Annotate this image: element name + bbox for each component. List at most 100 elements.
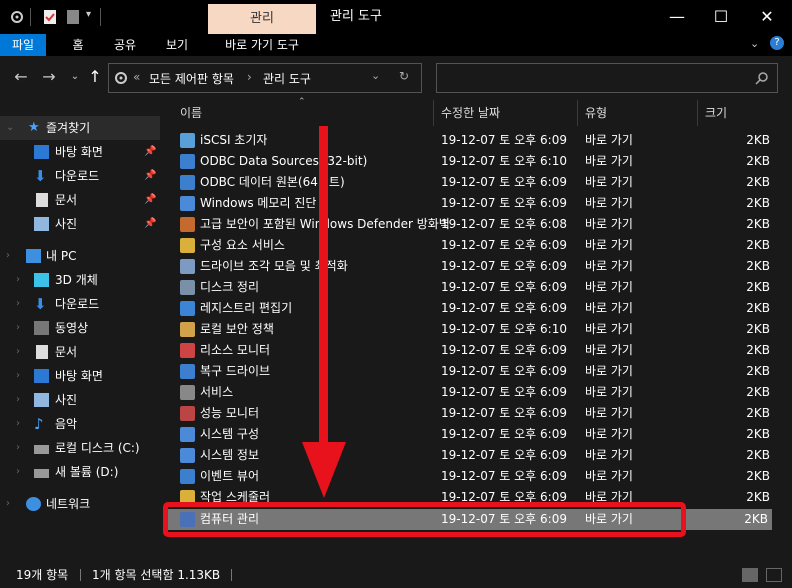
new-folder-icon[interactable] (66, 9, 80, 25)
nav-item-new-volume-d[interactable]: › 새 볼륨 (D:) (0, 460, 160, 484)
table-row[interactable]: 이벤트 뷰어 19-12-07 토 오후 6:09 바로 가기 2KB (174, 466, 774, 487)
file-name: 서비스 (200, 385, 234, 399)
column-header-name[interactable]: 이름 (180, 100, 202, 126)
search-box[interactable] (436, 63, 778, 93)
minimize-button[interactable]: — (654, 0, 700, 34)
file-type: 바로 가기 (585, 301, 633, 315)
column-header-type[interactable]: 유형 (585, 100, 607, 126)
nav-network[interactable]: › 네트워크 (0, 492, 160, 516)
context-tab-manage[interactable]: 관리 (208, 4, 316, 34)
nav-item-downloads[interactable]: › ⬇ 다운로드 (0, 292, 160, 316)
annotation-arrow-head (302, 442, 346, 498)
address-bar[interactable]: « 모든 제어판 항목 › 관리 도구 ⌄ ↻ (108, 63, 422, 93)
nav-item-desktop[interactable]: › 바탕 화면 (0, 364, 160, 388)
tab-share[interactable]: 공유 (104, 34, 146, 56)
table-row[interactable]: 고급 보안이 포함된 Windows Defender 방화벽19-12-07 … (174, 214, 774, 235)
nav-item-local-disk-c[interactable]: › 로컬 디스크 (C:) (0, 436, 160, 460)
table-row[interactable]: 리소스 모니터 19-12-07 토 오후 6:09 바로 가기 2KB (174, 340, 774, 361)
breadcrumb-admin-tools[interactable]: 관리 도구 (263, 70, 311, 87)
nav-item-downloads-pinned[interactable]: ⬇ 다운로드 📌 (0, 164, 160, 188)
expand-chevron-icon[interactable]: ⌄ (6, 116, 14, 140)
expand-chevron-icon[interactable]: › (16, 316, 20, 340)
file-size: 2KB (746, 238, 770, 252)
table-row[interactable]: iSCSI 초기자 19-12-07 토 오후 6:09 바로 가기 2KB (174, 130, 774, 151)
nav-item-videos[interactable]: › 동영상 (0, 316, 160, 340)
nav-item-music[interactable]: › ♪ 음악 (0, 412, 160, 436)
nav-item-desktop-pinned[interactable]: 바탕 화면 📌 (0, 140, 160, 164)
expand-chevron-icon[interactable]: › (16, 460, 20, 484)
back-button[interactable]: ← (10, 62, 32, 92)
table-row[interactable]: 시스템 정보 19-12-07 토 오후 6:09 바로 가기 2KB (174, 445, 774, 466)
nav-item-pictures[interactable]: › 사진 (0, 388, 160, 412)
table-row[interactable]: 성능 모니터 19-12-07 토 오후 6:09 바로 가기 2KB (174, 403, 774, 424)
nav-label: 새 볼륨 (D:) (55, 465, 119, 479)
help-icon[interactable]: ? (770, 36, 784, 50)
table-row[interactable]: 드라이브 조각 모음 및 최적화 19-12-07 토 오후 6:09 바로 가기 2… (174, 256, 774, 277)
refresh-icon[interactable]: ↻ (399, 69, 409, 83)
nav-item-documents-pinned[interactable]: 문서 📌 (0, 188, 160, 212)
shortcut-icon (180, 196, 195, 211)
close-button[interactable]: ✕ (744, 0, 790, 34)
undo-check-icon[interactable] (42, 9, 58, 25)
expand-chevron-icon[interactable]: › (6, 492, 10, 516)
tab-home[interactable]: 홈 (58, 34, 98, 56)
pin-icon[interactable]: 📌 (144, 212, 156, 236)
tab-view[interactable]: 보기 (154, 34, 200, 56)
address-dropdown-icon[interactable]: ⌄ (371, 69, 380, 82)
up-button[interactable]: ↑ (84, 62, 106, 92)
breadcrumb-overflow[interactable]: « (133, 70, 140, 84)
properties-icon[interactable] (8, 9, 26, 25)
item-count: 19개 항목 (16, 568, 69, 582)
shortcut-icon (180, 427, 195, 442)
expand-chevron-icon[interactable]: › (16, 388, 20, 412)
pin-icon[interactable]: 📌 (144, 188, 156, 212)
column-divider[interactable] (433, 100, 434, 126)
expand-chevron-icon[interactable]: › (16, 268, 20, 292)
table-row[interactable]: 복구 드라이브 19-12-07 토 오후 6:09 바로 가기 2KB (174, 361, 774, 382)
tab-file[interactable]: 파일 (0, 34, 46, 56)
annotation-arrow-shaft (319, 126, 328, 446)
large-icons-view-icon[interactable] (766, 568, 782, 582)
file-size: 2KB (746, 406, 770, 420)
table-row[interactable]: 서비스 19-12-07 토 오후 6:09 바로 가기 2KB (174, 382, 774, 403)
table-row[interactable]: 레지스트리 편집기 19-12-07 토 오후 6:09 바로 가기 2KB (174, 298, 774, 319)
nav-label: 3D 개체 (55, 273, 98, 287)
table-row[interactable]: Windows 메모리 진단 19-12-07 토 오후 6:09 바로 가기 2KB (174, 193, 774, 214)
recent-locations-icon[interactable]: ⌄ (64, 62, 86, 92)
tab-shortcut-tools[interactable]: 바로 가기 도구 (208, 34, 316, 56)
table-row[interactable]: ODBC 데이터 원본(64비트) 19-12-07 토 오후 6:09 바로 가기… (174, 172, 774, 193)
table-row[interactable]: ODBC Data Sources (32-bit) 19-12-07 토 오후 … (174, 151, 774, 172)
nav-item-documents[interactable]: › 문서 (0, 340, 160, 364)
pin-icon[interactable]: 📌 (144, 140, 156, 164)
forward-button[interactable]: → (38, 62, 60, 92)
table-row[interactable]: 구성 요소 서비스 19-12-07 토 오후 6:09 바로 가기 2KB (174, 235, 774, 256)
maximize-button[interactable]: ☐ (698, 0, 744, 34)
pin-icon[interactable]: 📌 (144, 164, 156, 188)
nav-quick-access[interactable]: ⌄ ★ 즐겨찾기 (0, 116, 160, 140)
column-header-size[interactable]: 크기 (705, 100, 727, 126)
column-header-modified[interactable]: 수정한 날짜 (441, 100, 500, 126)
nav-this-pc[interactable]: › 내 PC (0, 244, 160, 268)
expand-chevron-icon[interactable]: › (6, 244, 10, 268)
qat-dropdown-icon[interactable]: ▾ (86, 9, 91, 25)
expand-chevron-icon[interactable]: › (16, 436, 20, 460)
nav-label: 바탕 화면 (55, 145, 103, 159)
expand-chevron-icon[interactable]: › (16, 340, 20, 364)
qat-separator (100, 8, 101, 26)
expand-chevron-icon[interactable]: › (16, 412, 20, 436)
table-row[interactable]: 디스크 정리 19-12-07 토 오후 6:09 바로 가기 2KB (174, 277, 774, 298)
details-view-icon[interactable] (742, 568, 758, 582)
vertical-scrollbar[interactable] (776, 100, 792, 562)
breadcrumb-control-panel[interactable]: 모든 제어판 항목 (149, 70, 234, 87)
column-divider[interactable] (697, 100, 698, 126)
table-row[interactable]: 로컬 보안 정책 19-12-07 토 오후 6:10 바로 가기 2KB (174, 319, 774, 340)
expand-chevron-icon[interactable]: › (16, 292, 20, 316)
column-divider[interactable] (577, 100, 578, 126)
table-row[interactable]: 시스템 구성 19-12-07 토 오후 6:09 바로 가기 2KB (174, 424, 774, 445)
nav-item-3d-objects[interactable]: › 3D 개체 (0, 268, 160, 292)
ribbon-collapse-icon[interactable]: ⌄ (750, 37, 759, 50)
shortcut-icon (180, 322, 195, 337)
expand-chevron-icon[interactable]: › (16, 364, 20, 388)
nav-item-pictures-pinned[interactable]: 사진 📌 (0, 212, 160, 236)
file-size: 2KB (746, 259, 770, 273)
